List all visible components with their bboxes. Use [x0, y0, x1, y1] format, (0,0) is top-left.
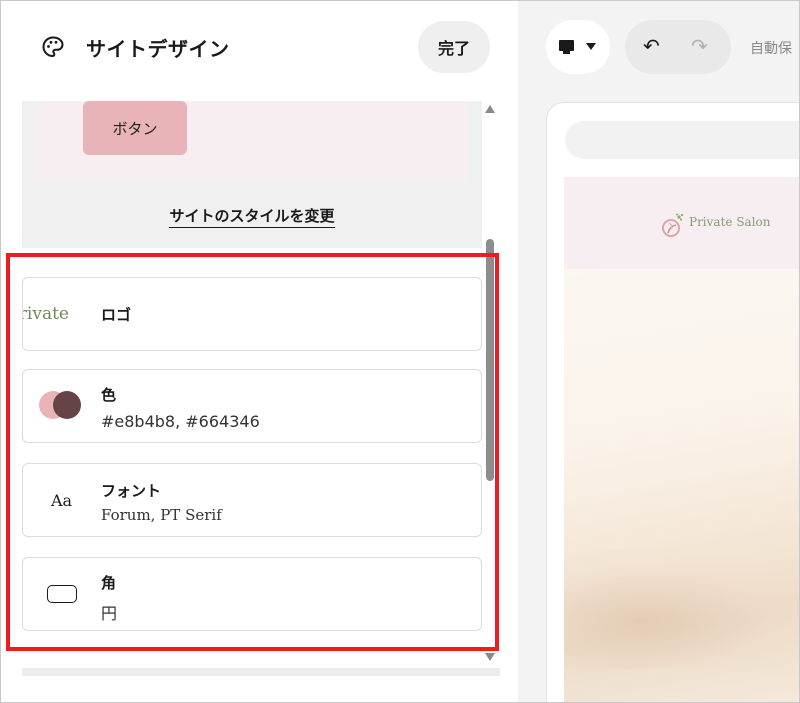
- item-title: ロゴ: [101, 306, 132, 324]
- hero-image: [564, 269, 799, 702]
- undo-icon[interactable]: ↶: [643, 34, 660, 58]
- site-header: Private Salon: [564, 177, 799, 269]
- autosave-status: 自動保: [750, 41, 792, 57]
- design-item-font[interactable]: Aa フォント Forum, PT Serif: [22, 463, 482, 537]
- style-preview-card: ボタン サイトのスタイルを変更: [22, 101, 482, 248]
- salon-logo-icon: [662, 213, 684, 237]
- style-preview: ボタン: [40, 101, 468, 181]
- undo-redo-group: ↶ ↷: [625, 20, 731, 74]
- item-title: 色: [101, 386, 117, 404]
- site-preview-frame: Private Salon: [546, 102, 799, 702]
- scroll-down-arrow-icon[interactable]: [485, 653, 495, 661]
- next-section-edge: [22, 668, 500, 676]
- design-item-logo[interactable]: Private ロゴ: [22, 277, 482, 351]
- page-title: サイトデザイン: [86, 37, 230, 61]
- change-style-link[interactable]: サイトのスタイルを変更: [169, 207, 335, 228]
- preview-url-bar: [565, 121, 799, 159]
- logo-preview-icon: Private: [23, 304, 69, 324]
- editor-preview-area: ↶ ↷ 自動保 Private Salon: [518, 1, 799, 702]
- redo-icon[interactable]: ↷: [691, 34, 708, 58]
- item-subtitle: 円: [101, 604, 118, 623]
- item-subtitle: Forum, PT Serif: [101, 506, 222, 524]
- scroll-up-arrow-icon[interactable]: [485, 105, 495, 113]
- device-selector-button[interactable]: [546, 20, 610, 74]
- panel-header: サイトデザイン 完了: [1, 1, 518, 95]
- item-title: フォント: [101, 482, 162, 500]
- site-design-panel: サイトデザイン 完了 ボタン サイトのスタイルを変更 Private ロゴ: [1, 1, 518, 702]
- desktop-icon: [559, 40, 574, 51]
- design-item-color[interactable]: 色 #e8b4b8, #664346: [22, 369, 482, 443]
- settings-scroll-area[interactable]: ボタン サイトのスタイルを変更 Private ロゴ 色 #e8b4b8, #6…: [1, 101, 518, 702]
- scrollbar-thumb[interactable]: [486, 239, 494, 481]
- secondary-color-swatch: [53, 391, 81, 419]
- color-swatch-icon: [39, 391, 89, 421]
- item-title: 角: [101, 574, 117, 592]
- corner-radius-icon: [47, 585, 77, 603]
- design-item-corner[interactable]: 角 円: [22, 557, 482, 631]
- site-brand-name: Private Salon: [689, 215, 771, 229]
- done-button[interactable]: 完了: [418, 21, 490, 73]
- sample-button: ボタン: [83, 101, 187, 155]
- chevron-down-icon: [586, 43, 596, 50]
- item-subtitle: #e8b4b8, #664346: [101, 412, 260, 431]
- palette-icon: [42, 36, 64, 58]
- font-icon: Aa: [51, 490, 73, 510]
